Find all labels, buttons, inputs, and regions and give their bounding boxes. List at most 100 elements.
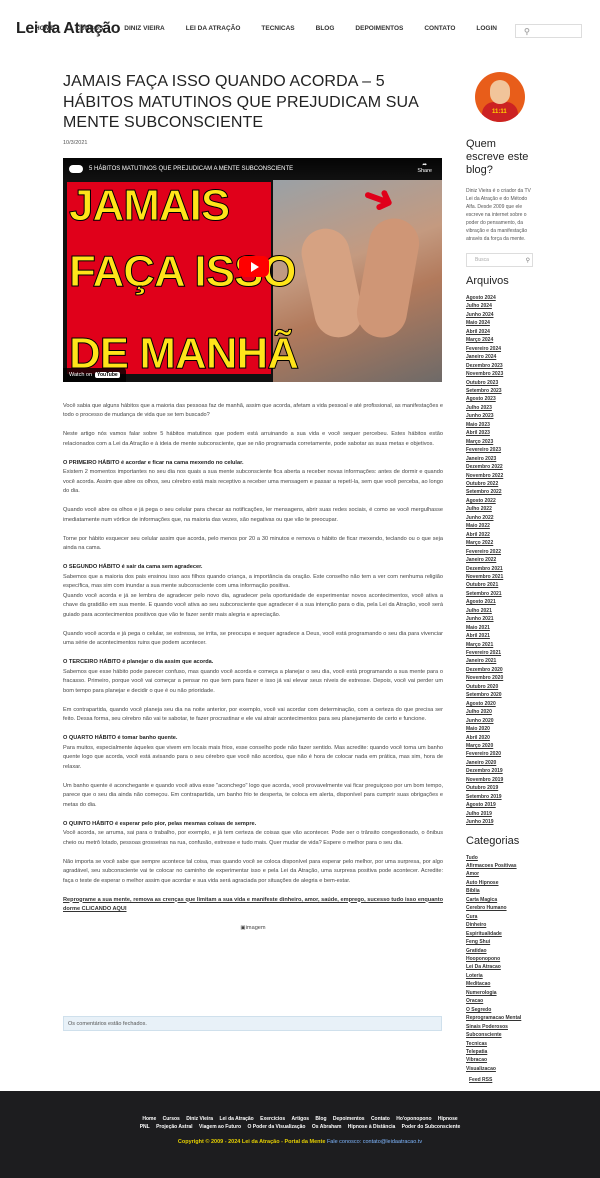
category-link[interactable]: Vibracao [466, 1056, 534, 1064]
archive-link[interactable]: Dezembro 2023 [466, 362, 534, 370]
archive-link[interactable]: Fevereiro 2021 [466, 649, 534, 657]
footer-link[interactable]: Blog [315, 1116, 326, 1122]
archive-link[interactable]: Maio 2022 [466, 522, 534, 530]
archive-link[interactable]: Setembro 2023 [466, 387, 534, 395]
category-link[interactable]: Cura [466, 913, 534, 921]
nav-lei-da-atracao[interactable]: Lei da Atração [186, 25, 241, 38]
footer-link[interactable]: Cursos [163, 1116, 180, 1122]
nav-login[interactable]: Login [476, 25, 497, 38]
archive-link[interactable]: Setembro 2020 [466, 691, 534, 699]
footer-link[interactable]: Viagem ao Futuro [199, 1124, 241, 1130]
archive-link[interactable]: Setembro 2022 [466, 488, 534, 496]
category-link[interactable]: Afirmacoes Positivas [466, 862, 534, 870]
nav-diniz-vieira[interactable]: Diniz Vieira [124, 25, 164, 38]
archive-link[interactable]: Junho 2024 [466, 311, 534, 319]
archive-link[interactable]: Julho 2022 [466, 505, 534, 513]
archive-link[interactable]: Junho 2021 [466, 615, 534, 623]
category-link[interactable]: Tudo [466, 854, 534, 862]
archive-link[interactable]: Novembro 2020 [466, 674, 534, 682]
archive-link[interactable]: Agosto 2021 [466, 598, 534, 606]
category-link[interactable]: Numerologia [466, 989, 534, 997]
archive-link[interactable]: Agosto 2019 [466, 801, 534, 809]
archive-link[interactable]: Novembro 2019 [466, 776, 534, 784]
archive-link[interactable]: Março 2020 [466, 742, 534, 750]
category-link[interactable]: Dinheiro [466, 921, 534, 929]
archive-link[interactable]: Agosto 2020 [466, 700, 534, 708]
archive-link[interactable]: Julho 2021 [466, 607, 534, 615]
search-icon[interactable]: ⚲ [526, 257, 532, 264]
footer-link[interactable]: Ho'oponopono [396, 1116, 431, 1122]
archive-link[interactable]: Maio 2024 [466, 319, 534, 327]
cta-link[interactable]: Reprograme a sua mente, remova as crença… [63, 896, 443, 915]
category-link[interactable]: Cerebro Humano [466, 904, 534, 912]
archive-link[interactable]: Agosto 2023 [466, 395, 534, 403]
archive-link[interactable]: Dezembro 2019 [466, 767, 534, 775]
footer-link[interactable]: Home [142, 1116, 156, 1122]
category-link[interactable]: Telepatia [466, 1048, 534, 1056]
footer-link[interactable]: Poder do Subconsciente [402, 1124, 461, 1130]
category-link[interactable]: Tecnicas [466, 1040, 534, 1048]
category-link[interactable]: Gratidao [466, 947, 534, 955]
category-link[interactable]: Feng Shui [466, 938, 534, 946]
nav-contato[interactable]: Contato [424, 25, 455, 38]
archive-link[interactable]: Março 2022 [466, 539, 534, 547]
archive-link[interactable]: Novembro 2023 [466, 370, 534, 378]
category-link[interactable]: Espiritualidade [466, 930, 534, 938]
search-input[interactable]: Busca [475, 257, 489, 263]
archive-link[interactable]: Outubro 2019 [466, 784, 534, 792]
footer-link[interactable]: Hipnose à Distância [348, 1124, 396, 1130]
category-link[interactable]: Loteria [466, 972, 534, 980]
archive-link[interactable]: Abril 2024 [466, 328, 534, 336]
feed-rss-link[interactable]: Feed RSS [469, 1077, 534, 1083]
archive-link[interactable]: Abril 2020 [466, 734, 534, 742]
archive-link[interactable]: Fevereiro 2020 [466, 750, 534, 758]
archive-link[interactable]: Setembro 2021 [466, 590, 534, 598]
archive-link[interactable]: Março 2024 [466, 336, 534, 344]
footer-link[interactable]: PNL [140, 1124, 150, 1130]
archive-link[interactable]: Fevereiro 2022 [466, 548, 534, 556]
watch-on-youtube[interactable]: Watch on YouTube [63, 367, 126, 382]
category-link[interactable]: Biblia [466, 887, 534, 895]
nav-cursos[interactable]: Cursos [75, 25, 103, 38]
footer-link[interactable]: Os Abraham [312, 1124, 342, 1130]
archive-link[interactable]: Julho 2024 [466, 302, 534, 310]
channel-avatar-icon[interactable] [69, 164, 83, 173]
category-link[interactable]: O Segredo [466, 1006, 534, 1014]
archive-link[interactable]: Março 2021 [466, 641, 534, 649]
archive-link[interactable]: Outubro 2022 [466, 480, 534, 488]
category-link[interactable]: Amor [466, 870, 534, 878]
category-link[interactable]: Visualizacao [466, 1065, 534, 1073]
archive-link[interactable]: Dezembro 2021 [466, 565, 534, 573]
archive-link[interactable]: Outubro 2023 [466, 379, 534, 387]
archive-link[interactable]: Novembro 2021 [466, 573, 534, 581]
archive-link[interactable]: Abril 2021 [466, 632, 534, 640]
archive-link[interactable]: Outubro 2020 [466, 683, 534, 691]
footer-link[interactable]: O Poder da Visualização [247, 1124, 305, 1130]
nav-tecnicas[interactable]: Tecnicas [261, 25, 294, 38]
archive-link[interactable]: Janeiro 2024 [466, 353, 534, 361]
archive-link[interactable]: Janeiro 2023 [466, 455, 534, 463]
archive-link[interactable]: Maio 2021 [466, 624, 534, 632]
footer-link[interactable]: Projeção Astral [156, 1124, 193, 1130]
archive-link[interactable]: Maio 2023 [466, 421, 534, 429]
youtube-video-embed[interactable]: ➜ JAMAIS FAÇA ISSO DE MANHÃ 5 HÁBITOS MA… [63, 157, 442, 382]
nav-home[interactable]: Home [35, 25, 55, 38]
share-button[interactable]: ➦ Share [417, 162, 432, 174]
archive-link[interactable]: Junho 2022 [466, 514, 534, 522]
footer-link[interactable]: Hipnose [438, 1116, 458, 1122]
archive-link[interactable]: Fevereiro 2023 [466, 446, 534, 454]
nav-depoimentos[interactable]: Depoimentos [355, 25, 403, 38]
video-title-bar[interactable]: 5 HÁBITOS MATUTINOS QUE PREJUDICAM A MEN… [63, 157, 442, 180]
archive-link[interactable]: Junho 2019 [466, 818, 534, 826]
category-link[interactable]: Meditacao [466, 980, 534, 988]
archive-link[interactable]: Julho 2023 [466, 404, 534, 412]
video-title[interactable]: 5 HÁBITOS MATUTINOS QUE PREJUDICAM A MEN… [89, 166, 293, 172]
footer-link[interactable]: Contato [371, 1116, 390, 1122]
archive-link[interactable]: Abril 2022 [466, 531, 534, 539]
contact-link[interactable]: Fale conosco: contato@leidaatracao.tv [327, 1139, 422, 1145]
archive-link[interactable]: Agosto 2024 [466, 294, 534, 302]
footer-link[interactable]: Depoimentos [333, 1116, 365, 1122]
archive-link[interactable]: Setembro 2019 [466, 793, 534, 801]
archive-link[interactable]: Março 2023 [466, 438, 534, 446]
archive-link[interactable]: Junho 2020 [466, 717, 534, 725]
